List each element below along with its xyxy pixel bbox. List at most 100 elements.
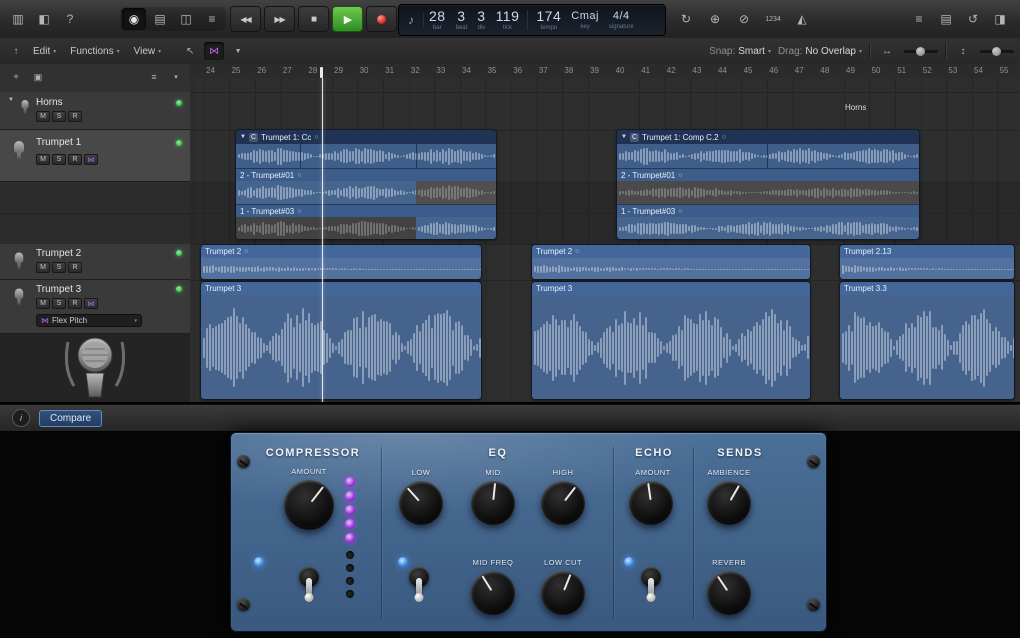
loop-icon[interactable]: ○ [575,248,579,255]
track-header-horns[interactable]: ▼ Horns M S R [0,92,190,130]
inspector-icon[interactable]: ◧ [32,8,56,30]
flex-button[interactable]: ⋈ [84,154,98,165]
editors-icon[interactable]: ◫ [174,8,198,30]
lcd-key[interactable]: Cmajkey [566,11,604,30]
take-lane[interactable]: 2 - Trumpet#01 ○ [236,168,496,204]
lcd-div[interactable]: 3div [472,9,490,31]
apple-loops-icon[interactable]: ↺ [961,8,985,30]
input-monitor-led[interactable] [176,140,182,146]
loop-icon[interactable]: ○ [314,134,318,141]
input-monitor-led[interactable] [176,250,182,256]
add-track-button[interactable]: + [6,68,26,86]
track-name[interactable]: Trumpet 2 [36,248,81,259]
eq-mid-knob[interactable] [471,481,515,525]
vertical-zoom-slider[interactable] [980,50,1014,53]
duplicate-track-button[interactable]: ▣ [28,68,48,86]
compressor-amount-knob[interactable] [284,480,334,530]
loop-icon[interactable]: ○ [678,172,682,179]
record-enable-button[interactable]: R [68,262,82,273]
solo-button[interactable]: S [52,154,66,165]
loop-icon[interactable]: ○ [297,172,301,179]
mute-button[interactable]: M [36,262,50,273]
mute-button[interactable]: M [36,298,50,309]
track-header-trumpet-3[interactable]: Trumpet 3 M S R ⋈ ⋈ Flex Pitch ▾ [0,280,190,334]
take-lane-headers[interactable] [0,182,190,245]
record-button[interactable] [366,6,397,32]
take-folder-region[interactable]: ▼ C Trumpet 1: Comp C.2 ○ 2 - Trumpet#01… [616,129,920,240]
audio-region-trumpet-2[interactable]: Trumpet 2.13 [839,244,1015,280]
snap-selector[interactable]: Snap: Smart ▾ [709,46,771,57]
playhead-marker[interactable] [320,67,323,78]
drag-selector[interactable]: Drag: No Overlap ▾ [778,46,862,57]
input-monitor-led[interactable] [176,286,182,292]
record-enable-button[interactable]: R [68,154,82,165]
disclosure-triangle-icon[interactable]: ▼ [8,97,14,103]
slider-handle[interactable] [992,47,1001,56]
forward-button[interactable]: ▶▶ [264,6,295,32]
stop-button[interactable]: ■ [298,6,329,32]
loop-icon[interactable]: ○ [722,134,726,141]
playhead[interactable] [322,78,323,402]
solo-button[interactable]: S [52,262,66,273]
loop-icon[interactable]: ○ [678,208,682,215]
track-header-trumpet-2[interactable]: Trumpet 2 M S R [0,244,190,280]
disclosure-triangle-icon[interactable]: ▼ [240,134,246,140]
list-editors-icon[interactable]: ≡ [200,8,224,30]
lcd-signature[interactable]: 4/4signature [604,11,639,30]
pointer-tool-button[interactable]: ↖ [180,42,200,60]
audio-region-trumpet-3[interactable]: Trumpet 3 [200,281,482,400]
bar-ruler[interactable]: 2425262728293031323334353637383940414243… [190,64,1020,79]
rewind-button[interactable]: ◀◀ [230,6,261,32]
flex-button[interactable]: ⋈ [84,298,98,309]
mute-button[interactable]: M [36,154,50,165]
echo-power-switch[interactable] [640,567,662,609]
audio-region-trumpet-2[interactable]: Trumpet 2○ [200,244,482,280]
take-folder-region[interactable]: ▼ C Trumpet 1: Cc ○ 2 - Trumpet#01 ○ 1 -… [235,129,497,240]
count-in-icon[interactable]: 1234 [761,8,785,30]
browsers-icon[interactable]: ◨ [988,8,1012,30]
comp-badge[interactable]: C [249,133,258,142]
loop-icon[interactable]: ○ [244,248,248,255]
track-sort-icon[interactable]: ≡ [144,68,164,86]
event-list-icon[interactable]: ≡ [907,8,931,30]
take-folder-header[interactable]: ▼ C Trumpet 1: Comp C.2 ○ [617,130,919,144]
lcd-beat[interactable]: 3beat [451,9,473,31]
disclosure-triangle-icon[interactable]: ▼ [621,134,627,140]
horizontal-zoom-slider[interactable] [904,50,938,53]
quick-help-icon[interactable]: ? [58,8,82,30]
edit-menu[interactable]: Edit▾ [26,46,63,57]
mixer-icon[interactable]: ▤ [148,8,172,30]
solo-button[interactable]: S [52,111,66,122]
lcd-tick[interactable]: 119tick [491,9,525,31]
echo-amount-knob[interactable] [629,481,673,525]
flex-mode-select[interactable]: ⋈ Flex Pitch ▾ [36,314,142,327]
smart-controls-icon[interactable]: ◉ [122,8,146,30]
mute-button[interactable]: M [36,111,50,122]
eq-mid-freq-knob[interactable] [471,571,515,615]
flex-view-toggle[interactable]: ⋈ [204,42,224,60]
comp-lane[interactable] [617,144,919,168]
audio-region-trumpet-3[interactable]: Trumpet 3 [531,281,811,400]
eq-low-knob[interactable] [399,481,443,525]
audio-region-trumpet-3[interactable]: Trumpet 3.3 [839,281,1015,400]
record-enable-button[interactable]: R [68,298,82,309]
lcd-tempo[interactable]: 174tempo [531,9,566,31]
sends-reverb-knob[interactable] [707,571,751,615]
metronome-icon[interactable]: ◭ [790,8,814,30]
audio-region-trumpet-2[interactable]: Trumpet 2○ [531,244,811,280]
track-header-trumpet-1[interactable]: Trumpet 1 M S R ⋈ [0,130,190,182]
compressor-power-switch[interactable] [298,567,320,609]
note-pads-icon[interactable]: ▤ [934,8,958,30]
tuner-icon[interactable]: ⊘ [732,8,756,30]
loop-icon[interactable]: ○ [297,208,301,215]
track-name[interactable]: Trumpet 1 [36,137,81,148]
track-name[interactable]: Horns [36,97,63,108]
lcd-display[interactable]: ♪ 28bar 3beat 3div 119tick 174tempo Cmaj… [398,4,666,36]
track-name[interactable]: Trumpet 3 [36,284,81,295]
catch-playhead-button[interactable]: ↑ [6,42,26,60]
replace-icon[interactable]: ⊕ [703,8,727,30]
eq-low-cut-knob[interactable] [541,571,585,615]
arrange-area[interactable]: Horns ▼ C Trumpet 1: Cc ○ 2 - Trumpet#01… [190,78,1020,402]
compare-button[interactable]: Compare [39,410,102,427]
take-lane[interactable]: 2 - Trumpet#01 ○ [617,168,919,204]
